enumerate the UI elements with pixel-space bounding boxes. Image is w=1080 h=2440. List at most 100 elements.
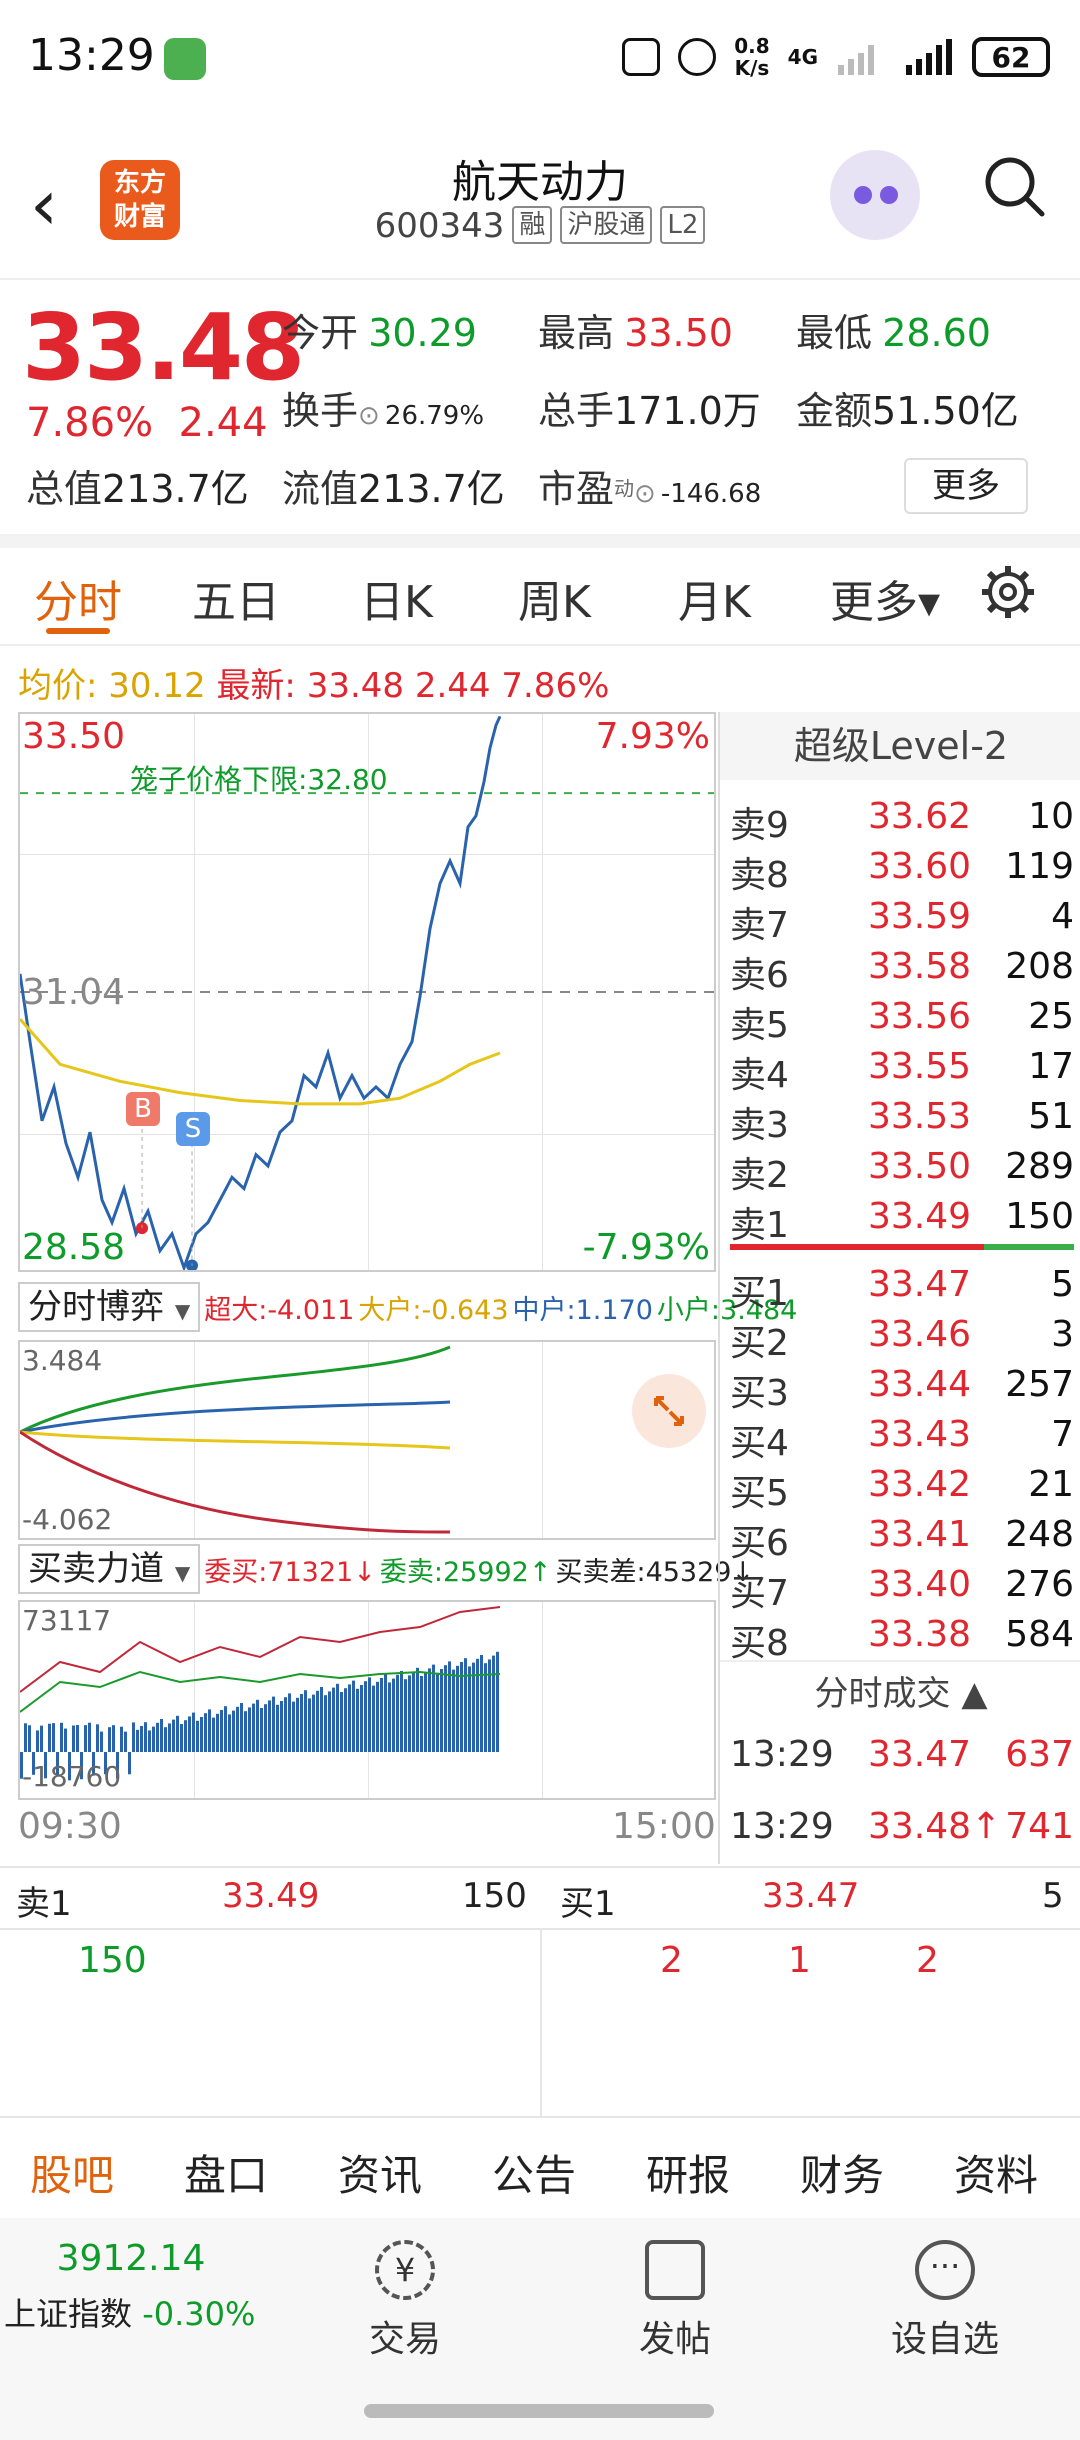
force-bar [424, 1672, 427, 1752]
intraday-chart[interactable]: 33.50 7.93% 笼子价格下限:32.80 31.04 28.58 -7.… [18, 712, 716, 1272]
open-field: 今开 30.29 [282, 302, 477, 357]
nav-news[interactable]: 资讯 [338, 2142, 422, 2203]
force-bar [88, 1723, 91, 1752]
force-bar [136, 1730, 139, 1752]
nav-guba[interactable]: 股吧 [30, 2142, 114, 2203]
force-bar [408, 1675, 411, 1752]
tab-weekly-k[interactable]: 周K [518, 566, 591, 630]
net-speed: 0.8 K/s [734, 35, 769, 79]
post-button[interactable]: 发帖 [620, 2240, 730, 2362]
amount-field: 金额51.50亿 [796, 380, 1019, 435]
signal-icon [836, 37, 886, 77]
trade-row: 13:29 33.47 637 [730, 1730, 1074, 1780]
trades-title[interactable]: 分时成交 ▲ [720, 1666, 1080, 1715]
tag-level2: L2 [660, 206, 705, 244]
bid-row[interactable]: 买3 33.44 257 [730, 1360, 1074, 1410]
force-bar [464, 1658, 467, 1752]
queue-header: 卖1 33.49 150 买1 33.47 5 [0, 1866, 1080, 1928]
game-chart[interactable]: 3.484 -4.062 [18, 1340, 716, 1540]
force-ymax: 73117 [22, 1604, 111, 1637]
ask-row[interactable]: 卖7 33.59 4 [730, 892, 1074, 942]
force-bar [96, 1724, 99, 1752]
tab-daily-k[interactable]: 日K [360, 566, 433, 630]
status-time: 13:29 [28, 30, 155, 81]
assistant-robot-icon[interactable] [830, 150, 920, 240]
force-bar [216, 1714, 219, 1752]
tab-five-day[interactable]: 五日 [192, 566, 280, 630]
bid-row[interactable]: 买6 33.41 248 [730, 1510, 1074, 1560]
stock-code-row: 600343 融 沪股通 L2 [0, 206, 1080, 246]
expand-icon[interactable] [632, 1374, 706, 1448]
index-widget[interactable]: 3912.14 上证指数 -0.30% [0, 2238, 270, 2335]
ask-row[interactable]: 卖8 33.60 119 [730, 842, 1074, 892]
sell-marker[interactable]: S [176, 1112, 210, 1146]
info-icon[interactable]: ⊙ [634, 479, 656, 509]
search-icon[interactable] [982, 154, 1046, 218]
info-icon[interactable]: ⊙ [358, 401, 380, 431]
bid-row[interactable]: 买2 33.46 3 [730, 1310, 1074, 1360]
force-bar [476, 1659, 479, 1752]
trade-button[interactable]: ¥ 交易 [350, 2240, 460, 2362]
ask-volume: 委卖:25992↑ [380, 1550, 552, 1589]
nav-research[interactable]: 研报 [646, 2142, 730, 2203]
ask-row[interactable]: 卖4 33.55 17 [730, 1042, 1074, 1092]
force-bar [248, 1707, 251, 1752]
force-bar [236, 1707, 239, 1752]
chart-top-price: 33.50 [22, 716, 125, 757]
ask-row[interactable]: 卖2 33.50 289 [730, 1142, 1074, 1192]
force-bar [128, 1752, 131, 1774]
bid-row[interactable]: 买1 33.47 5 [730, 1260, 1074, 1310]
ask-row[interactable]: 卖3 33.53 51 [730, 1092, 1074, 1142]
status-bar: 13:29 0.8 K/s 4G 62 [0, 0, 1080, 120]
force-bar [368, 1677, 371, 1752]
tab-more[interactable]: 更多▾ [830, 566, 940, 630]
nav-profile[interactable]: 资料 [954, 2142, 1038, 2203]
gear-icon[interactable] [980, 564, 1036, 620]
bid-row[interactable]: 买8 33.38 584 [730, 1610, 1074, 1660]
nav-announcement[interactable]: 公告 [492, 2142, 576, 2203]
force-bar [192, 1713, 195, 1752]
buy-marker[interactable]: B [126, 1092, 160, 1126]
order-book-title[interactable]: 超级Level-2 [720, 712, 1080, 780]
force-bar [52, 1723, 55, 1752]
change-pct-and-value: 7.86% 2.44 [26, 400, 268, 446]
header: ‹ 东方 财富 航天动力 600343 融 沪股通 L2 [0, 120, 1080, 280]
bid-row[interactable]: 买5 33.42 21 [730, 1460, 1074, 1510]
ask-row[interactable]: 卖5 33.56 25 [730, 992, 1074, 1042]
force-bar [244, 1711, 247, 1752]
force-bar [144, 1722, 147, 1752]
force-bar [204, 1713, 207, 1752]
yuan-icon: ¥ [375, 2240, 435, 2300]
force-chart[interactable]: 73117 -18760 [18, 1600, 716, 1800]
ask-row[interactable]: 卖1 33.49 150 [730, 1192, 1074, 1242]
bid-row[interactable]: 买4 33.43 7 [730, 1410, 1074, 1460]
ask-row[interactable]: 卖9 33.62 10 [730, 792, 1074, 842]
force-header: 买卖力道 ▼ 委买:71321↓ 委卖:25992↑ 买卖差:45329↓ [18, 1542, 716, 1596]
chart-mid-price: 31.04 [22, 972, 125, 1013]
add-watchlist-button[interactable]: ··· 设自选 [880, 2240, 1010, 2362]
home-indicator[interactable] [364, 2404, 714, 2418]
bid-row[interactable]: 买7 33.40 276 [730, 1560, 1074, 1610]
game-selector[interactable]: 分时博弈 ▼ [18, 1282, 200, 1332]
high-field: 最高 33.50 [538, 302, 733, 357]
nav-pankou[interactable]: 盘口 [184, 2142, 268, 2203]
force-bar [252, 1704, 255, 1752]
tab-monthly-k[interactable]: 月K [678, 566, 751, 630]
more-button[interactable]: 更多 [904, 458, 1028, 514]
force-bar [224, 1706, 227, 1752]
force-bar [428, 1668, 431, 1752]
force-bar [388, 1682, 391, 1752]
signal-icon-2 [904, 37, 954, 77]
force-selector[interactable]: 买卖力道 ▼ [18, 1544, 200, 1594]
force-bar [268, 1700, 271, 1752]
force-bar [276, 1705, 279, 1752]
bid-volume: 委买:71321↓ [204, 1550, 376, 1589]
tab-intraday[interactable]: 分时 [34, 566, 122, 630]
force-bar [176, 1716, 179, 1752]
force-bar [488, 1659, 491, 1752]
force-bar [456, 1666, 459, 1752]
ask-row[interactable]: 卖6 33.58 208 [730, 942, 1074, 992]
nav-finance[interactable]: 财务 [800, 2142, 884, 2203]
force-bar [412, 1672, 415, 1752]
force-bar [480, 1655, 483, 1752]
